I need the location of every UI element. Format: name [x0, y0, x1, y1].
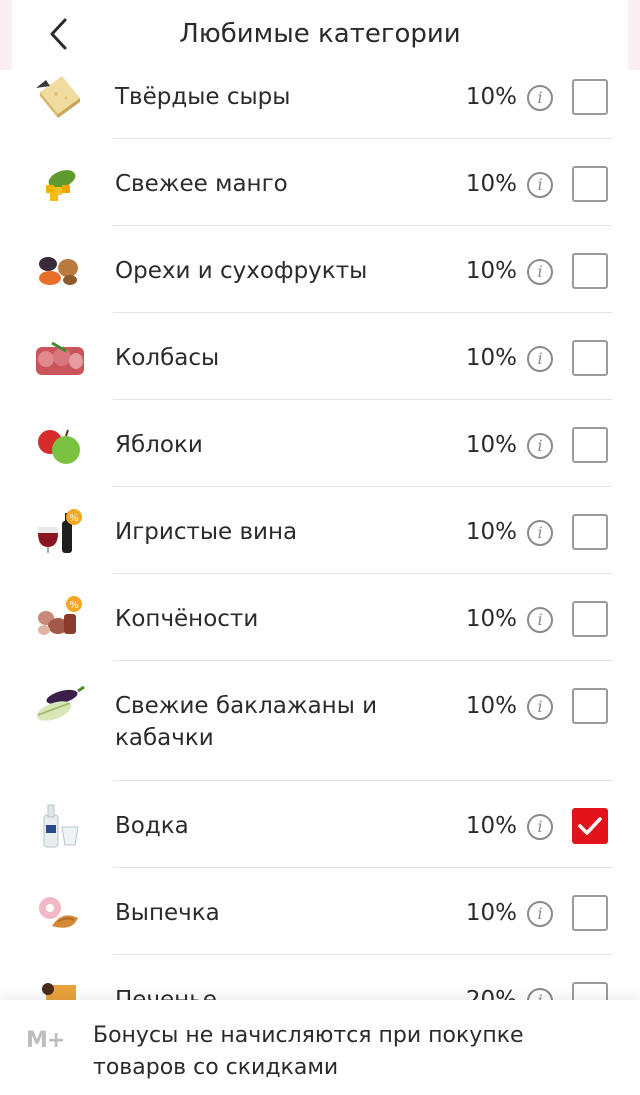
- category-label: Копчёности: [115, 606, 259, 632]
- list-item[interactable]: Орехи и сухофрукты 10% i: [0, 226, 640, 313]
- bonus-notice: M+ Бонусы не начисляются при покупке тов…: [0, 1000, 640, 1095]
- eggplant-icon: [36, 685, 85, 721]
- list-item[interactable]: Яблоки 10% i: [0, 400, 640, 487]
- category-label: Колбасы: [115, 345, 220, 371]
- list-item[interactable]: % Игристые вина 10% i: [0, 487, 640, 574]
- info-icon[interactable]: i: [527, 901, 553, 927]
- info-icon[interactable]: i: [527, 607, 553, 633]
- info-icon[interactable]: i: [527, 433, 553, 459]
- list-item[interactable]: Свежее манго 10% i: [0, 139, 640, 226]
- category-label: Выпечка: [115, 900, 220, 926]
- category-checkbox[interactable]: [572, 340, 608, 376]
- info-icon[interactable]: i: [527, 814, 553, 840]
- page-title: Любимые категории: [179, 19, 461, 49]
- category-checkbox[interactable]: [572, 79, 608, 115]
- category-percent: 10%: [465, 258, 517, 284]
- bonus-notice-text: Бонусы не начисляются при покупке товаро…: [93, 1023, 524, 1080]
- mango-icon: [46, 170, 76, 201]
- list-item[interactable]: Выпечка 10% i: [0, 868, 640, 955]
- info-icon[interactable]: i: [527, 259, 553, 285]
- sausage-icon: [36, 341, 84, 375]
- category-checkbox[interactable]: [572, 427, 608, 463]
- pastry-icon: [39, 897, 78, 928]
- cheese-icon: [36, 76, 80, 118]
- info-icon[interactable]: i: [527, 520, 553, 546]
- list-item[interactable]: % Копчёности 10% i: [0, 574, 640, 661]
- checkmark-icon: [578, 817, 602, 835]
- info-icon[interactable]: i: [527, 85, 553, 111]
- category-label: Водка: [115, 813, 189, 839]
- category-percent: 10%: [465, 345, 517, 371]
- list-item[interactable]: Колбасы 10% i: [0, 313, 640, 400]
- mplus-logo: M+: [26, 1028, 65, 1053]
- category-checkbox[interactable]: [572, 166, 608, 202]
- category-checkbox[interactable]: [572, 808, 608, 844]
- category-percent: 10%: [465, 432, 517, 458]
- info-icon[interactable]: i: [527, 694, 553, 720]
- info-icon[interactable]: i: [527, 346, 553, 372]
- category-percent: 10%: [465, 606, 517, 632]
- list-item[interactable]: Свежие баклажаны и кабачки 10% i: [0, 661, 640, 781]
- category-checkbox[interactable]: [572, 514, 608, 550]
- category-percent: 10%: [465, 171, 517, 197]
- vodka-icon: [43, 804, 79, 848]
- nuts-icon: [39, 257, 78, 285]
- category-label: Твёрдые сыры: [115, 84, 291, 110]
- category-percent: 10%: [465, 519, 517, 545]
- discount-badge: %: [69, 513, 79, 524]
- category-checkbox[interactable]: [572, 895, 608, 931]
- smoked-meat-icon: %: [38, 596, 82, 635]
- category-label: Игристые вина: [115, 519, 298, 545]
- category-label: Орехи и сухофрукты: [115, 258, 368, 284]
- category-checkbox[interactable]: [572, 601, 608, 637]
- category-label: Свежее манго: [115, 171, 288, 197]
- apple-icon: [38, 429, 80, 464]
- category-percent: 10%: [465, 693, 517, 719]
- category-percent: 10%: [465, 900, 517, 926]
- wine-icon: %: [38, 509, 82, 553]
- category-checkbox[interactable]: [572, 253, 608, 289]
- category-label: Свежие баклажаны и кабачки: [115, 693, 378, 751]
- category-percent: 10%: [465, 813, 517, 839]
- category-percent: 10%: [465, 84, 517, 110]
- list-item[interactable]: Водка 10% i: [0, 781, 640, 868]
- header: Любимые категории: [0, 0, 640, 70]
- category-label: Яблоки: [115, 432, 203, 458]
- category-list: Твёрдые сыры 10% i Свежее манго 10% i Ор…: [0, 52, 640, 1042]
- category-checkbox[interactable]: [572, 688, 608, 724]
- info-icon[interactable]: i: [527, 172, 553, 198]
- discount-badge: %: [69, 600, 79, 611]
